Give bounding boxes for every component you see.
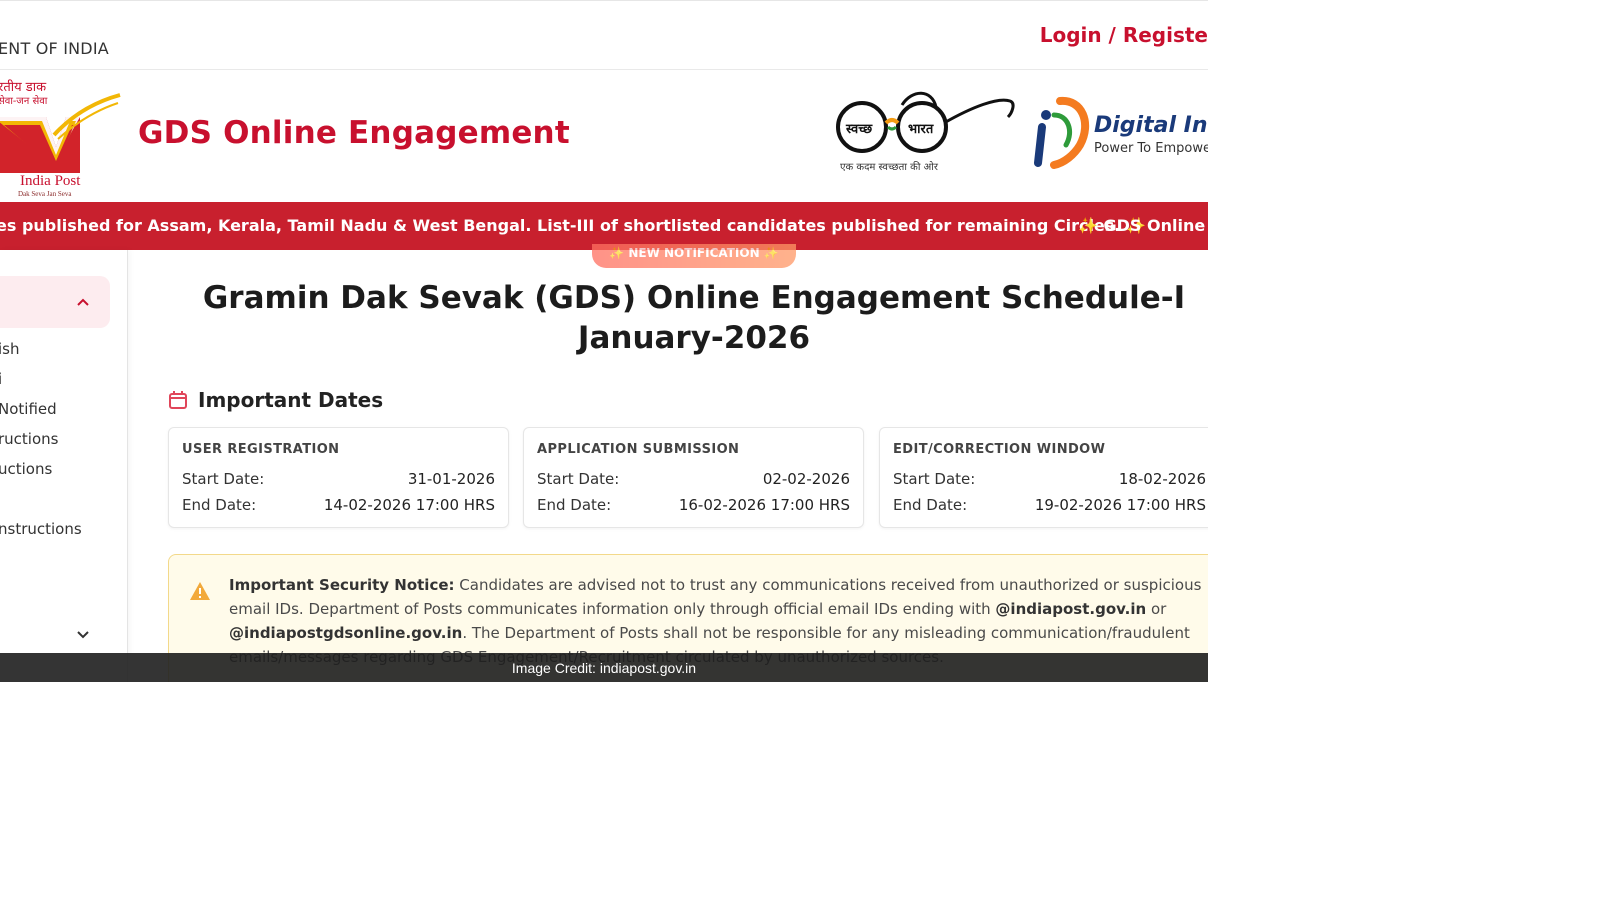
sidebar-item-instructions-2[interactable]: uctions [0,460,52,478]
card-heading: APPLICATION SUBMISSION [537,442,740,457]
digital-india-subtitle: Power To Empowe [1094,141,1208,156]
image-credit-bar: Image Credit: indiapost.gov.in [0,653,1208,682]
ticker-message-text: es published for Assam, Kerala, Tamil Na… [0,216,1121,235]
end-date-label: End Date: [893,496,968,514]
start-date-value: 02-02-2026 [762,470,850,488]
sidebar-item-instructions-1[interactable]: ructions [0,430,58,448]
ticker-next-text: GDS Online E [1103,216,1209,235]
card-heading: EDIT/CORRECTION WINDOW [893,442,1106,457]
image-credit-text: Image Credit: indiapost.gov.in [511,660,697,676]
end-date-value: 19-02-2026 17:00 HRS [1034,496,1206,514]
start-date-value: 31-01-2026 [407,470,495,488]
date-card-application-submission: APPLICATION SUBMISSION Start Date: 02-02… [523,427,864,528]
page-title-line-1: Gramin Dak Sevak (GDS) Online Engagement… [202,280,1186,316]
sidebar-item-notified[interactable]: Notified [0,400,57,418]
start-date-label: Start Date: [537,470,620,488]
date-card-user-registration: USER REGISTRATION Start Date: 31-01-2026… [168,427,509,528]
security-notice-label: Important Security Notice: [229,576,455,594]
page-title: Gramin Dak Sevak (GDS) Online Engagement… [168,278,1208,358]
swachh-caption: एक कदम स्वच्छता की ओर [840,162,938,173]
start-date-label: Start Date: [182,470,265,488]
logo-tagline: Dak Seva Jan Seva [18,190,72,198]
sidebar-item-english[interactable]: ish [0,340,20,358]
digital-india-title: Digital Indi [1094,113,1208,138]
swachh-bharat-logo: स्वच्छ भारत एक कदम स्वच्छता की ओर [832,87,1022,177]
site-header: रतीय डाक सेवा-जन सेवा India Post Dak Sev… [0,71,1208,202]
ticker-message: es published for Assam, Kerala, Tamil Na… [0,216,1146,235]
swachh-right-word: भारत [908,122,934,137]
official-email-1: @indiapost.gov.in [995,600,1147,618]
news-ticker[interactable]: es published for Assam, Kerala, Tamil Na… [0,202,1208,250]
card-heading: USER REGISTRATION [182,442,340,457]
site-title: GDS Online Engagement [138,115,570,151]
logo-wordmark: India Post [20,173,81,189]
digital-india-icon [1034,96,1090,169]
important-dates-title: Important Dates [198,388,384,412]
start-date-value: 18-02-2026 [1118,470,1206,488]
date-card-edit-correction-window: EDIT/CORRECTION WINDOW Start Date: 18-02… [879,427,1208,528]
end-date-value: 16-02-2026 17:00 HRS [678,496,850,514]
new-notification-badge[interactable]: ✨ NEW NOTIFICATION ✨ [592,244,796,268]
official-email-2: @indiapostgdsonline.gov.in [229,624,463,642]
digital-india-logo: Digital Indi Power To Empowe [1024,96,1208,177]
government-label: ENT OF INDIA [0,39,109,58]
sidebar-item-instructions-3[interactable]: nstructions [0,520,82,538]
chevron-down-icon[interactable] [76,628,90,642]
ticker-next-message: ✨ GDS Online E [1078,216,1208,235]
screenshot-area: ENT OF INDIA Login / Registe रतीय डाक से… [0,0,1208,682]
notice-text-part-2: or [1146,600,1167,618]
india-post-emblem-icon [0,93,121,173]
page-title-line-2: January-2026 [577,320,811,356]
top-bar: ENT OF INDIA Login / Registe [0,0,1208,70]
end-date-value: 14-02-2026 17:00 HRS [323,496,495,514]
swachh-left-word: स्वच्छ [846,122,873,137]
warning-icon [190,582,210,600]
sidebar: ish i Notified ructions uctions nstructi… [0,250,128,682]
sparkle-icon: ✨ [1078,216,1098,235]
login-register-link[interactable]: Login / Registe [1040,23,1208,47]
india-post-logo[interactable]: रतीय डाक सेवा-जन सेवा India Post Dak Sev… [0,77,124,198]
chevron-up-icon[interactable] [76,295,90,309]
calendar-icon [169,391,187,409]
sidebar-item-hindi[interactable]: i [0,370,2,388]
sidebar-expanded-section[interactable] [0,276,110,328]
start-date-label: Start Date: [893,470,976,488]
end-date-label: End Date: [182,496,257,514]
end-date-label: End Date: [537,496,612,514]
